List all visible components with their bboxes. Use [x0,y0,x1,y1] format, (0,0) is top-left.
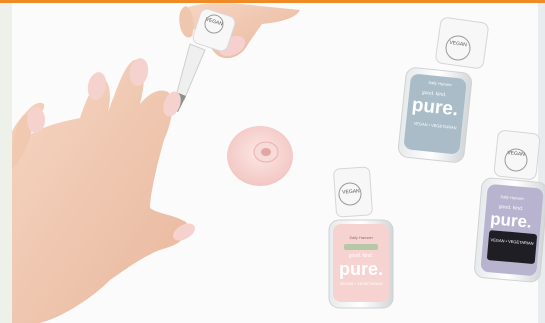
pink-claims: VEGAN • VEGETARIAN [339,281,383,286]
pink-brand: Sally Hansen [349,235,373,240]
blue-name: pure. [410,94,460,121]
photo-illustration [12,3,545,323]
pink-name: pure. [338,259,383,279]
loose-pink-cap [227,126,293,186]
lilac-name: pure. [489,209,533,232]
nail-thumb [27,107,45,133]
bottle-blue [397,17,489,163]
product-photo: VEGAN VEGAN Sally Hansen good. kind. pur… [0,0,545,323]
painted-hand [12,59,188,323]
